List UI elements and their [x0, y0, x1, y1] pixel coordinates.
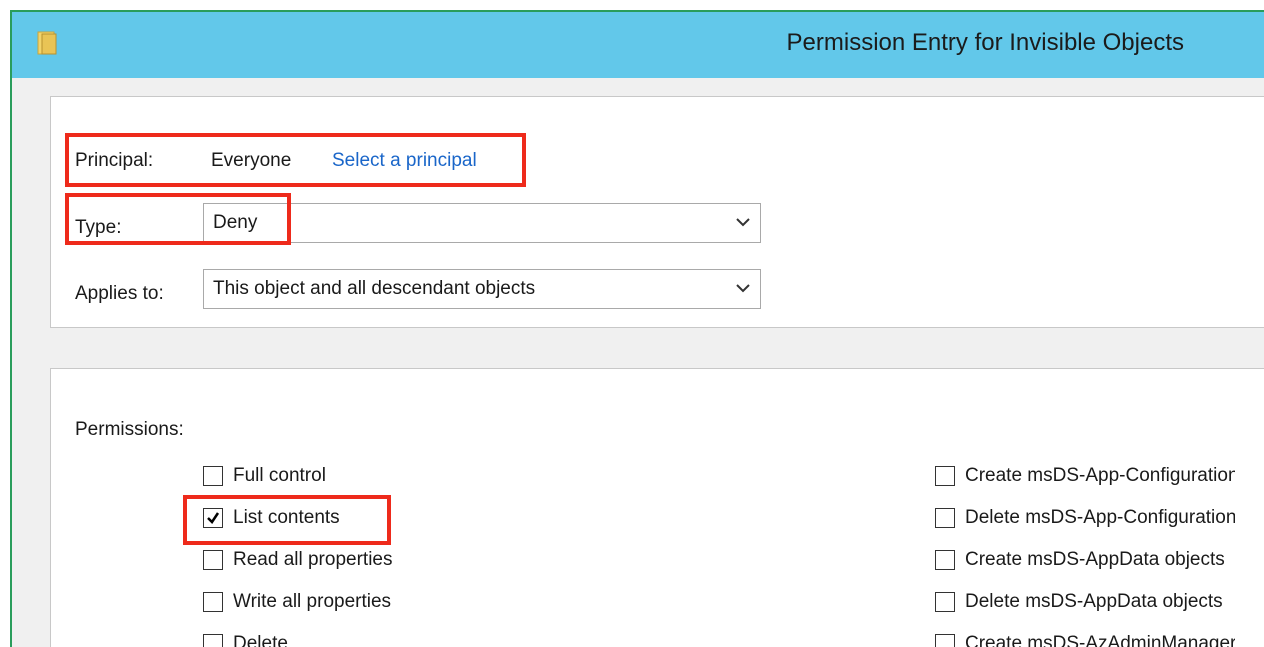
- checkbox[interactable]: [203, 466, 223, 486]
- permission-label: Read all properties: [233, 549, 393, 570]
- permission-entry-window: Permission Entry for Invisible Objects P…: [10, 10, 1264, 647]
- permission-label: List contents: [233, 507, 340, 528]
- applies-to-label: Applies to:: [75, 283, 164, 304]
- permission-label: Delete msDS-AppData objects: [965, 591, 1223, 612]
- principal-value: Everyone: [211, 150, 292, 171]
- principal-label: Principal:: [75, 150, 154, 171]
- permission-label: Full control: [233, 465, 326, 486]
- checkbox[interactable]: [203, 634, 223, 647]
- type-dropdown-value: Deny: [213, 212, 258, 233]
- permission-label: Delete: [233, 633, 288, 647]
- checkbox[interactable]: [935, 634, 955, 647]
- check-icon: [207, 512, 220, 524]
- permission-label: Create msDS-App-Configuration: [965, 465, 1235, 486]
- type-label: Type:: [75, 217, 122, 238]
- permission-label: Create msDS-AppData objects: [965, 549, 1225, 570]
- chevron-down-icon: [736, 284, 750, 293]
- chevron-down-icon: [736, 218, 750, 227]
- checkbox[interactable]: [935, 550, 955, 570]
- checkbox[interactable]: [935, 508, 955, 528]
- applies-to-dropdown-value: This object and all descendant objects: [213, 278, 536, 299]
- select-principal-link[interactable]: Select a principal: [332, 150, 477, 172]
- type-dropdown[interactable]: Deny: [203, 203, 761, 243]
- checkbox[interactable]: [935, 466, 955, 486]
- checkbox[interactable]: [203, 592, 223, 612]
- title-bar: Permission Entry for Invisible Objects: [12, 12, 1264, 78]
- folder-icon: [37, 31, 57, 55]
- permissions-label: Permissions:: [75, 419, 184, 440]
- permission-label: Write all properties: [233, 591, 392, 612]
- window-title: Permission Entry for Invisible Objects: [786, 29, 1184, 56]
- checkbox[interactable]: [203, 508, 223, 528]
- applies-to-dropdown[interactable]: This object and all descendant objects: [203, 269, 761, 309]
- permissions-panel: Permissions: Full control List contents …: [50, 368, 1264, 647]
- permission-label: Delete msDS-App-Configuration: [965, 507, 1235, 528]
- checkbox[interactable]: [203, 550, 223, 570]
- checkbox[interactable]: [935, 592, 955, 612]
- principal-panel: Principal: Everyone Select a principal T…: [50, 96, 1264, 328]
- permission-label: Create msDS-AzAdminManager: [965, 633, 1235, 647]
